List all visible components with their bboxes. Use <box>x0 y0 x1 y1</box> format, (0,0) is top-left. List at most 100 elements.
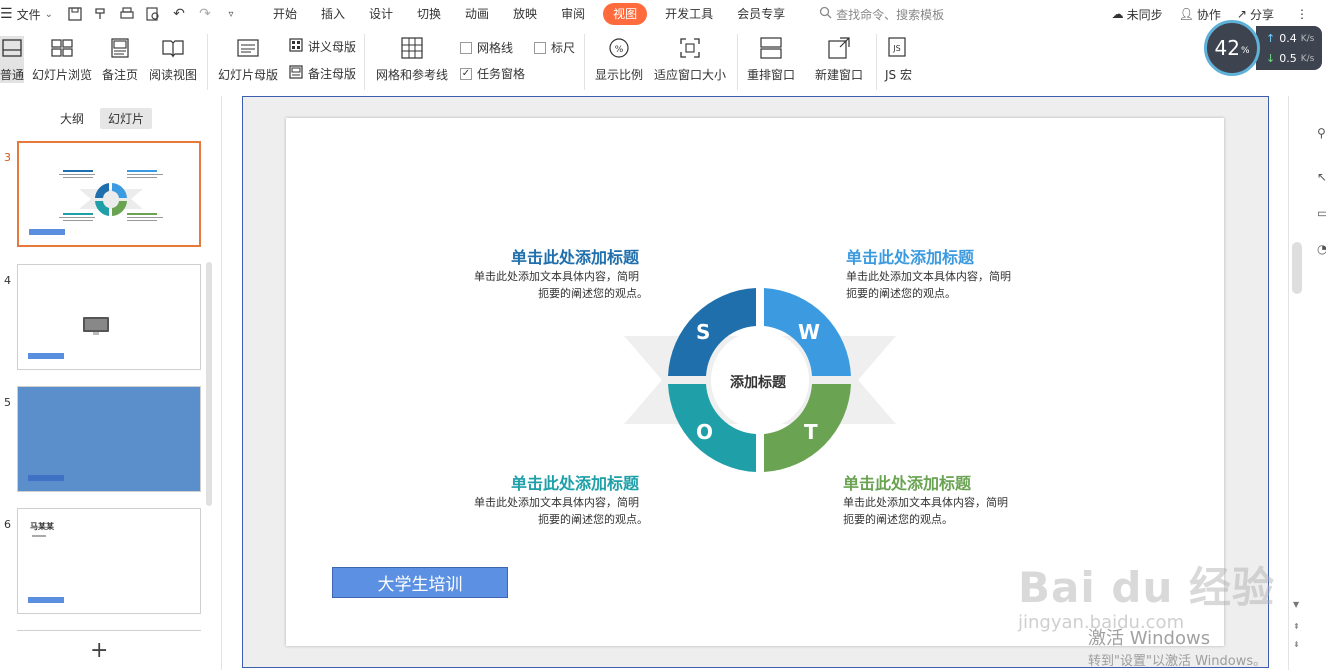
grid-guides-button[interactable]: 网格和参考线 <box>376 36 448 83</box>
download-value: 0.5 <box>1279 52 1297 65</box>
arrow-down-icon: ↓ <box>1266 52 1276 65</box>
help-tool-icon[interactable]: ◔ <box>1317 242 1326 256</box>
quadrant-body-t-line1: 单击此处添加文本具体内容，简明 <box>843 496 1008 509</box>
network-speed-widget: ↑ 0.4 K/s ↓ 0.5 K/s 42% <box>1204 20 1322 76</box>
notes-page-icon <box>108 36 132 60</box>
ribbon-view: 普通 幻灯片浏览 备注页 阅读视图 幻灯片母版 讲义母版 备注母版 网格和参考线… <box>0 28 1326 96</box>
sync-status[interactable]: ☁ 未同步 <box>1112 6 1163 23</box>
arrow-up-icon: ↑ <box>1266 32 1276 45</box>
format-painter-icon[interactable] <box>93 6 109 22</box>
thumbnail-scrollbar[interactable] <box>206 262 212 506</box>
quadrant-title-o[interactable]: 单击此处添加标题 <box>511 470 639 494</box>
thumbnail-number: 5 <box>4 396 11 409</box>
thumbnail-footer-tag <box>28 353 64 359</box>
handout-master-button[interactable]: 讲义母版 <box>289 38 356 55</box>
slide-footer-label[interactable]: 大学生培训 <box>332 567 508 598</box>
undo-icon[interactable]: ↶ <box>171 6 187 22</box>
ribbon-separator <box>584 34 585 90</box>
slide-thumbnail-3[interactable] <box>17 141 201 247</box>
quadrant-body-o-line1: 单击此处添加文本具体内容，简明 <box>474 496 639 509</box>
activate-windows-subtitle: 转到"设置"以激活 Windows。 <box>1088 654 1267 669</box>
customize-toolbar-icon[interactable]: ▿ <box>223 6 239 22</box>
command-search[interactable]: 查找命令、搜索模板 <box>819 6 944 23</box>
slide-thumbnail-6[interactable]: 马某某 <box>17 508 201 614</box>
select-tool-icon[interactable]: ↖ <box>1317 170 1326 184</box>
zoom-button[interactable]: % 显示比例 <box>595 36 643 83</box>
swot-letter-t: T <box>804 420 818 444</box>
thumbnail-number: 3 <box>4 151 11 164</box>
slide-thumbnail-panel: 大纲 幻灯片 3 4 5 6 马某某 + <box>0 96 222 670</box>
slide-master-button[interactable]: 幻灯片母版 <box>218 36 278 83</box>
menu-bar: ☰ 文件 ⌄ ↶ ↷ ▿ 开始 插入 设计 切换 动画 放映 审阅 视图 开发工… <box>0 0 1326 28</box>
slide-sorter-icon <box>50 36 74 60</box>
gridlines-checkbox[interactable]: 网格线 <box>460 39 513 56</box>
svg-text:%: % <box>615 45 624 55</box>
save-icon[interactable] <box>67 6 83 22</box>
file-menu-label: 文件 <box>16 7 41 22</box>
handout-master-label: 讲义母版 <box>308 40 357 54</box>
print-icon[interactable] <box>119 6 135 22</box>
quadrant-title-w[interactable]: 单击此处添加标题 <box>846 244 974 268</box>
quadrant-title-s[interactable]: 单击此处添加标题 <box>511 244 639 268</box>
activate-windows-title: 激活 Windows <box>1088 628 1211 649</box>
page-down-icon[interactable]: ⇟ <box>1293 640 1300 649</box>
normal-view-button[interactable]: 普通 <box>0 36 24 83</box>
tab-view[interactable]: 视图 <box>603 3 648 25</box>
fit-window-button[interactable]: 适应窗口大小 <box>654 36 726 83</box>
arrange-windows-button[interactable]: 重排窗口 <box>747 36 795 83</box>
page-up-icon[interactable]: ⇞ <box>1293 622 1300 631</box>
ribbon-tabs: 开始 插入 设计 切换 动画 放映 审阅 视图 开发工具 会员专享 <box>261 0 797 28</box>
more-icon[interactable]: ⋮ <box>1296 7 1308 21</box>
search-icon <box>819 6 832 22</box>
tab-member[interactable]: 会员专享 <box>725 3 797 25</box>
notes-master-button[interactable]: 备注母版 <box>289 65 356 82</box>
task-pane-check[interactable]: ✓ <box>460 67 472 80</box>
add-slide-button[interactable]: + <box>90 638 108 663</box>
download-unit: K/s <box>1300 54 1315 64</box>
js-macro-button[interactable]: JS JS 宏 <box>885 36 912 83</box>
hamburger-icon: ☰ <box>0 6 13 22</box>
slide-thumbnail-5[interactable] <box>17 386 201 492</box>
speed-percent-unit: % <box>1240 46 1250 56</box>
gridlines-check[interactable] <box>460 41 472 54</box>
copy-tool-icon[interactable]: ▭ <box>1317 206 1326 220</box>
sync-label: 未同步 <box>1126 7 1163 22</box>
handout-master-icon <box>289 38 303 55</box>
tab-home[interactable]: 开始 <box>261 3 309 25</box>
file-menu[interactable]: ☰ 文件 ⌄ <box>0 0 59 28</box>
notes-page-button[interactable]: 备注页 <box>102 36 138 83</box>
task-pane-checkbox[interactable]: ✓ 任务窗格 <box>460 65 525 82</box>
new-window-label: 新建窗口 <box>815 68 864 82</box>
tab-slides[interactable]: 幻灯片 <box>100 108 153 129</box>
tab-transitions[interactable]: 切换 <box>405 3 453 25</box>
tab-review[interactable]: 审阅 <box>549 3 597 25</box>
normal-view-label: 普通 <box>0 68 25 82</box>
ruler-checkbox[interactable]: 标尺 <box>534 39 575 56</box>
baidu-watermark: Bai du 经验 <box>1018 563 1275 612</box>
tab-insert[interactable]: 插入 <box>309 3 357 25</box>
thumbnail-number: 4 <box>4 274 11 287</box>
slide-thumbnail-4[interactable] <box>17 264 201 370</box>
new-window-button[interactable]: 新建窗口 <box>815 36 863 83</box>
print-preview-icon[interactable] <box>145 6 161 22</box>
scroll-down-icon[interactable]: ▼ <box>1293 600 1299 609</box>
quadrant-title-t[interactable]: 单击此处添加标题 <box>843 470 971 494</box>
slide-master-label: 幻灯片母版 <box>218 68 279 82</box>
quick-access-toolbar: ↶ ↷ ▿ <box>67 0 239 28</box>
swot-center-label[interactable]: 添加标题 <box>718 372 798 392</box>
tab-animations[interactable]: 动画 <box>453 3 501 25</box>
tab-developer[interactable]: 开发工具 <box>653 3 725 25</box>
shape-tool-icon[interactable]: ⚲ <box>1317 126 1326 140</box>
tab-slideshow[interactable]: 放映 <box>501 3 549 25</box>
tab-outline[interactable]: 大纲 <box>52 108 92 129</box>
slide-scrollbar[interactable] <box>1292 242 1302 294</box>
tab-design[interactable]: 设计 <box>357 3 405 25</box>
ruler-check[interactable] <box>534 41 546 54</box>
reading-view-button[interactable]: 阅读视图 <box>149 36 197 83</box>
thumbnail-footer-tag <box>28 597 64 603</box>
redo-icon[interactable]: ↷ <box>197 6 213 22</box>
upload-value: 0.4 <box>1279 32 1297 45</box>
quadrant-body-s-line2: 扼要的阐述您的观点。 <box>538 287 648 300</box>
zoom-icon: % <box>607 36 631 60</box>
slide-sorter-button[interactable]: 幻灯片浏览 <box>32 36 92 83</box>
